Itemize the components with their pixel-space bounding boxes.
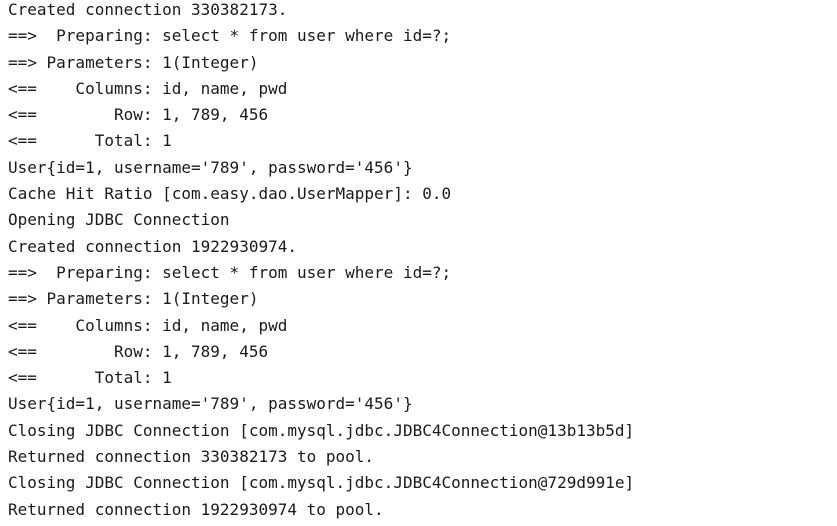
- console-output: Created connection 330382173. ==> Prepar…: [8, 0, 833, 526]
- log-line: User{id=1, username='789', password='456…: [8, 394, 413, 414]
- log-line: Cache Hit Ratio [com.easy.dao.UserMapper…: [8, 184, 452, 204]
- log-line: <== Total: 1: [8, 131, 172, 151]
- log-line: Closing JDBC Connection [com.mysql.jdbc.…: [8, 420, 635, 440]
- log-line: <== Total: 1: [8, 368, 172, 388]
- log-line: ==> Parameters: 1(Integer): [8, 289, 259, 309]
- log-line: <== Columns: id, name, pwd: [8, 315, 288, 335]
- log-line: <== Row: 1, 789, 456: [8, 341, 269, 361]
- log-line: ==> Preparing: select * from user where …: [8, 26, 452, 46]
- log-line: Created connection 1922930974.: [8, 236, 297, 256]
- log-line: Created connection 330382173.: [8, 0, 288, 19]
- log-line: <== Columns: id, name, pwd: [8, 78, 288, 98]
- log-line: ==> Preparing: select * from user where …: [8, 262, 452, 282]
- log-line: ==> Parameters: 1(Integer): [8, 52, 259, 72]
- log-line: User{id=1, username='789', password='456…: [8, 157, 413, 177]
- log-line: Returned connection 1922930974 to pool.: [8, 499, 384, 519]
- log-line: Closing JDBC Connection [com.mysql.jdbc.…: [8, 473, 635, 493]
- log-line: Returned connection 330382173 to pool.: [8, 447, 375, 467]
- log-line: <== Row: 1, 789, 456: [8, 105, 269, 125]
- log-line: Opening JDBC Connection: [8, 210, 230, 230]
